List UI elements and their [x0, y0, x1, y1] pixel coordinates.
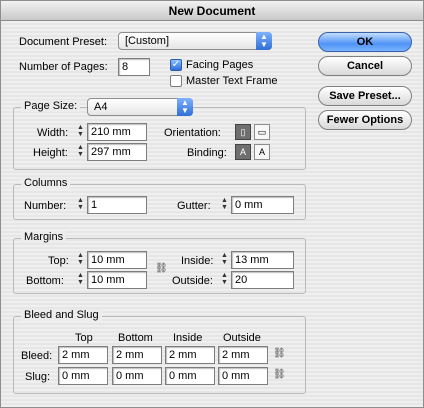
ok-button[interactable]: OK [318, 32, 412, 52]
col-header-outside: Outside [223, 332, 261, 344]
stepper-arrows-icon[interactable]: ▲ ▼ [76, 252, 85, 268]
width-input[interactable]: 210 mm [87, 123, 147, 141]
slug-outside-input[interactable]: 0 mm [218, 367, 268, 385]
link-chain-icon[interactable]: ⛓ [273, 367, 286, 383]
margin-outside-label: Outside: [172, 275, 213, 287]
columns-label: Columns [21, 177, 71, 189]
binding-label: Binding: [187, 147, 227, 159]
stepper-arrows-icon[interactable]: ▲ ▼ [76, 197, 85, 213]
link-chain-icon[interactable]: ⛓ [273, 346, 286, 362]
gutter-input[interactable]: 0 mm [231, 196, 294, 214]
popup-arrows-icon: ▲ ▼ [256, 32, 272, 50]
margin-inside-label: Inside: [181, 255, 214, 267]
margin-top-input[interactable]: 10 mm [87, 251, 147, 269]
slug-label: Slug: [25, 371, 51, 383]
master-text-frame-label: Master Text Frame [186, 75, 278, 87]
page-size-label: Page Size: [21, 100, 81, 112]
bleed-outside-input[interactable]: 2 mm [218, 346, 268, 364]
orientation-label: Orientation: [164, 127, 221, 139]
fewer-options-button[interactable]: Fewer Options [318, 110, 412, 130]
bleed-bottom-input[interactable]: 2 mm [112, 346, 162, 364]
height-input[interactable]: 297 mm [87, 143, 147, 161]
window-title: New Document [1, 1, 423, 21]
col-header-top: Top [75, 332, 93, 344]
margin-outside-input[interactable]: 20 [231, 271, 294, 289]
col-header-bottom: Bottom [118, 332, 153, 344]
columns-number-input[interactable]: 1 [87, 196, 147, 214]
height-label: Height: [33, 147, 68, 159]
slug-inside-input[interactable]: 0 mm [165, 367, 215, 385]
bleed-inside-input[interactable]: 2 mm [165, 346, 215, 364]
slug-bottom-input[interactable]: 0 mm [112, 367, 162, 385]
stepper-arrows-icon[interactable]: ▲ ▼ [220, 252, 229, 268]
left-binding-icon[interactable]: A [235, 144, 251, 160]
doc-preset-select[interactable]: [Custom] ▲ ▼ [118, 32, 272, 50]
bleed-top-input[interactable]: 2 mm [58, 346, 108, 364]
master-text-frame-checkbox[interactable] [170, 75, 182, 87]
page-size-value: A4 [94, 101, 108, 113]
page-size-select[interactable]: A4 ▲ ▼ [87, 98, 193, 116]
margin-bottom-label: Bottom: [26, 275, 64, 287]
popup-arrows-icon: ▲ ▼ [177, 98, 193, 116]
portrait-icon[interactable]: ▯ [235, 124, 251, 140]
margin-inside-input[interactable]: 13 mm [231, 251, 294, 269]
width-label: Width: [37, 127, 69, 139]
gutter-label: Gutter: [177, 200, 211, 212]
link-chain-icon[interactable]: ⛓ [155, 261, 168, 277]
right-binding-icon[interactable]: A [254, 144, 270, 160]
stepper-arrows-icon[interactable]: ▲ ▼ [220, 272, 229, 288]
margin-top-label: Top: [48, 255, 69, 267]
new-document-dialog: New Document Document Preset: [Custom] ▲… [0, 0, 424, 408]
stepper-arrows-icon[interactable]: ▲ ▼ [76, 124, 85, 140]
stepper-arrows-icon[interactable]: ▲ ▼ [76, 144, 85, 160]
slug-top-input[interactable]: 0 mm [58, 367, 108, 385]
doc-preset-label: Document Preset: [19, 36, 108, 48]
margin-bottom-input[interactable]: 10 mm [87, 271, 147, 289]
num-pages-label: Number of Pages: [19, 61, 108, 73]
stepper-arrows-icon[interactable]: ▲ ▼ [76, 272, 85, 288]
columns-number-label: Number: [24, 200, 67, 212]
landscape-icon[interactable]: ▭ [254, 124, 270, 140]
stepper-arrows-icon[interactable]: ▲ ▼ [220, 197, 229, 213]
bleed-label: Bleed: [21, 350, 53, 362]
cancel-button[interactable]: Cancel [318, 56, 412, 76]
facing-pages-checkbox[interactable]: ✓ [170, 59, 182, 71]
save-preset-button[interactable]: Save Preset... [318, 86, 412, 106]
col-header-inside: Inside [173, 332, 203, 344]
bleed-slug-label: Bleed and Slug [21, 309, 102, 321]
margins-label: Margins [21, 231, 67, 243]
doc-preset-value: [Custom] [125, 35, 170, 47]
num-pages-input[interactable]: 8 [118, 58, 150, 76]
facing-pages-label: Facing Pages [186, 59, 254, 71]
